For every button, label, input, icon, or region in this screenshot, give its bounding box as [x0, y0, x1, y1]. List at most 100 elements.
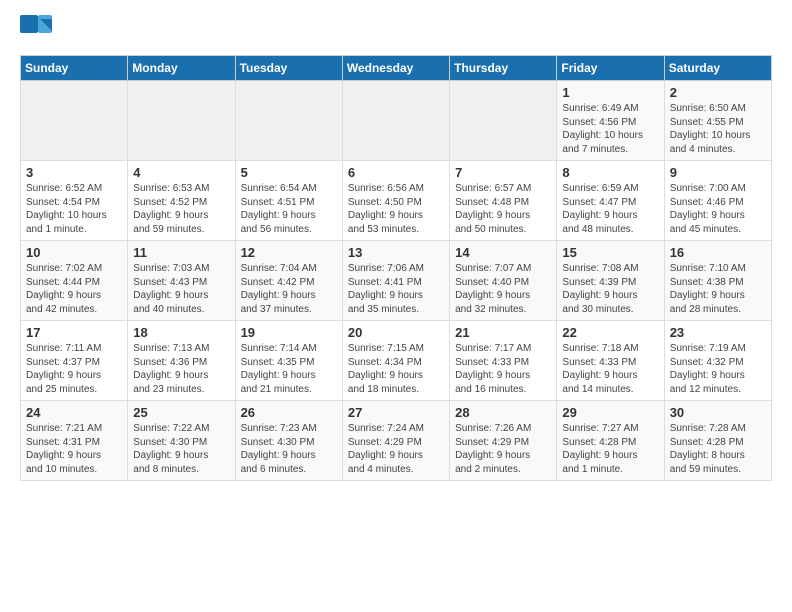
- calendar-cell: 5Sunrise: 6:54 AM Sunset: 4:51 PM Daylig…: [235, 161, 342, 241]
- calendar-cell: [128, 81, 235, 161]
- day-info: Sunrise: 7:08 AM Sunset: 4:39 PM Dayligh…: [562, 262, 658, 316]
- day-info: Sunrise: 7:26 AM Sunset: 4:29 PM Dayligh…: [455, 422, 551, 476]
- day-info: Sunrise: 7:11 AM Sunset: 4:37 PM Dayligh…: [26, 342, 122, 396]
- day-info: Sunrise: 7:28 AM Sunset: 4:28 PM Dayligh…: [670, 422, 766, 476]
- logo: [20, 15, 58, 47]
- day-number: 29: [562, 405, 658, 420]
- calendar-cell: 16Sunrise: 7:10 AM Sunset: 4:38 PM Dayli…: [664, 241, 771, 321]
- day-number: 24: [26, 405, 122, 420]
- day-info: Sunrise: 7:24 AM Sunset: 4:29 PM Dayligh…: [348, 422, 444, 476]
- day-info: Sunrise: 6:57 AM Sunset: 4:48 PM Dayligh…: [455, 182, 551, 236]
- day-info: Sunrise: 7:04 AM Sunset: 4:42 PM Dayligh…: [241, 262, 337, 316]
- day-info: Sunrise: 7:13 AM Sunset: 4:36 PM Dayligh…: [133, 342, 229, 396]
- calendar-header: SundayMondayTuesdayWednesdayThursdayFrid…: [21, 56, 772, 81]
- calendar-cell: 14 Sunrise: 7:07 AM Sunset: 4:40 PM Dayli…: [450, 241, 557, 321]
- weekday-header: Wednesday: [342, 56, 449, 81]
- day-number: 10: [26, 245, 122, 260]
- calendar-cell: 19 Sunrise: 7:14 AM Sunset: 4:35 PM Dayli…: [235, 321, 342, 401]
- day-number: 16: [670, 245, 766, 260]
- day-info: Sunrise: 7:27 AM Sunset: 4:28 PM Dayligh…: [562, 422, 658, 476]
- calendar-table: SundayMondayTuesdayWednesdayThursdayFrid…: [20, 55, 772, 481]
- calendar-cell: 27Sunrise: 7:24 AM Sunset: 4:29 PM Dayli…: [342, 401, 449, 481]
- calendar-cell: [342, 81, 449, 161]
- calendar-cell: 15 Sunrise: 7:08 AM Sunset: 4:39 PM Dayli…: [557, 241, 664, 321]
- day-number: 20: [348, 325, 444, 340]
- day-number: 14: [455, 245, 551, 260]
- day-number: 25: [133, 405, 229, 420]
- weekday-header: Friday: [557, 56, 664, 81]
- calendar-cell: 12 Sunrise: 7:04 AM Sunset: 4:42 PM Dayli…: [235, 241, 342, 321]
- calendar-cell: 22Sunrise: 7:18 AM Sunset: 4:33 PM Dayli…: [557, 321, 664, 401]
- day-number: 12: [241, 245, 337, 260]
- calendar-week-row: 10 Sunrise: 7:02 AM Sunset: 4:44 PM Dayli…: [21, 241, 772, 321]
- calendar-cell: 6 Sunrise: 6:56 AM Sunset: 4:50 PM Daylig…: [342, 161, 449, 241]
- day-number: 2: [670, 85, 766, 100]
- weekday-header: Sunday: [21, 56, 128, 81]
- calendar-cell: 28 Sunrise: 7:26 AM Sunset: 4:29 PM Dayli…: [450, 401, 557, 481]
- day-number: 23: [670, 325, 766, 340]
- calendar-cell: 20 Sunrise: 7:15 AM Sunset: 4:34 PM Dayli…: [342, 321, 449, 401]
- calendar-cell: 21 Sunrise: 7:17 AM Sunset: 4:33 PM Dayli…: [450, 321, 557, 401]
- day-info: Sunrise: 7:07 AM Sunset: 4:40 PM Dayligh…: [455, 262, 551, 316]
- day-info: Sunrise: 7:21 AM Sunset: 4:31 PM Dayligh…: [26, 422, 122, 476]
- day-number: 22: [562, 325, 658, 340]
- day-info: Sunrise: 7:14 AM Sunset: 4:35 PM Dayligh…: [241, 342, 337, 396]
- day-number: 17: [26, 325, 122, 340]
- calendar-cell: 30 Sunrise: 7:28 AM Sunset: 4:28 PM Dayli…: [664, 401, 771, 481]
- day-number: 19: [241, 325, 337, 340]
- day-number: 1: [562, 85, 658, 100]
- day-info: Sunrise: 7:15 AM Sunset: 4:34 PM Dayligh…: [348, 342, 444, 396]
- calendar-cell: [235, 81, 342, 161]
- day-number: 6: [348, 165, 444, 180]
- calendar-cell: 1 Sunrise: 6:49 AM Sunset: 4:56 PM Daylig…: [557, 81, 664, 161]
- day-number: 15: [562, 245, 658, 260]
- day-info: Sunrise: 6:53 AM Sunset: 4:52 PM Dayligh…: [133, 182, 229, 236]
- calendar-cell: 10 Sunrise: 7:02 AM Sunset: 4:44 PM Dayli…: [21, 241, 128, 321]
- calendar-cell: [21, 81, 128, 161]
- header-row: SundayMondayTuesdayWednesdayThursdayFrid…: [21, 56, 772, 81]
- day-info: Sunrise: 6:50 AM Sunset: 4:55 PM Dayligh…: [670, 102, 766, 156]
- day-info: Sunrise: 6:59 AM Sunset: 4:47 PM Dayligh…: [562, 182, 658, 236]
- calendar-cell: 25 Sunrise: 7:22 AM Sunset: 4:30 PM Dayli…: [128, 401, 235, 481]
- day-info: Sunrise: 7:19 AM Sunset: 4:32 PM Dayligh…: [670, 342, 766, 396]
- day-info: Sunrise: 7:22 AM Sunset: 4:30 PM Dayligh…: [133, 422, 229, 476]
- day-info: Sunrise: 7:02 AM Sunset: 4:44 PM Dayligh…: [26, 262, 122, 316]
- calendar-cell: 3 Sunrise: 6:52 AM Sunset: 4:54 PM Daylig…: [21, 161, 128, 241]
- day-number: 4: [133, 165, 229, 180]
- calendar-cell: 24 Sunrise: 7:21 AM Sunset: 4:31 PM Dayli…: [21, 401, 128, 481]
- weekday-header: Saturday: [664, 56, 771, 81]
- day-info: Sunrise: 6:52 AM Sunset: 4:54 PM Dayligh…: [26, 182, 122, 236]
- day-number: 30: [670, 405, 766, 420]
- calendar-cell: 7Sunrise: 6:57 AM Sunset: 4:48 PM Daylig…: [450, 161, 557, 241]
- day-number: 28: [455, 405, 551, 420]
- day-number: 8: [562, 165, 658, 180]
- calendar-cell: 26 Sunrise: 7:23 AM Sunset: 4:30 PM Dayli…: [235, 401, 342, 481]
- calendar-body: 1 Sunrise: 6:49 AM Sunset: 4:56 PM Daylig…: [21, 81, 772, 481]
- day-info: Sunrise: 6:54 AM Sunset: 4:51 PM Dayligh…: [241, 182, 337, 236]
- calendar-cell: 18 Sunrise: 7:13 AM Sunset: 4:36 PM Dayli…: [128, 321, 235, 401]
- calendar-cell: 9Sunrise: 7:00 AM Sunset: 4:46 PM Daylig…: [664, 161, 771, 241]
- day-number: 11: [133, 245, 229, 260]
- day-info: Sunrise: 6:56 AM Sunset: 4:50 PM Dayligh…: [348, 182, 444, 236]
- calendar-week-row: 1 Sunrise: 6:49 AM Sunset: 4:56 PM Daylig…: [21, 81, 772, 161]
- day-number: 26: [241, 405, 337, 420]
- weekday-header: Thursday: [450, 56, 557, 81]
- day-info: Sunrise: 6:49 AM Sunset: 4:56 PM Dayligh…: [562, 102, 658, 156]
- day-info: Sunrise: 7:17 AM Sunset: 4:33 PM Dayligh…: [455, 342, 551, 396]
- calendar-cell: [450, 81, 557, 161]
- calendar-week-row: 17 Sunrise: 7:11 AM Sunset: 4:37 PM Dayli…: [21, 321, 772, 401]
- calendar-week-row: 24 Sunrise: 7:21 AM Sunset: 4:31 PM Dayli…: [21, 401, 772, 481]
- calendar-cell: 4 Sunrise: 6:53 AM Sunset: 4:52 PM Daylig…: [128, 161, 235, 241]
- calendar-cell: 13Sunrise: 7:06 AM Sunset: 4:41 PM Dayli…: [342, 241, 449, 321]
- day-number: 21: [455, 325, 551, 340]
- day-info: Sunrise: 7:03 AM Sunset: 4:43 PM Dayligh…: [133, 262, 229, 316]
- day-info: Sunrise: 7:23 AM Sunset: 4:30 PM Dayligh…: [241, 422, 337, 476]
- calendar-week-row: 3 Sunrise: 6:52 AM Sunset: 4:54 PM Daylig…: [21, 161, 772, 241]
- day-number: 3: [26, 165, 122, 180]
- calendar-cell: 2 Sunrise: 6:50 AM Sunset: 4:55 PM Daylig…: [664, 81, 771, 161]
- day-number: 18: [133, 325, 229, 340]
- calendar-cell: 23 Sunrise: 7:19 AM Sunset: 4:32 PM Dayli…: [664, 321, 771, 401]
- weekday-header: Tuesday: [235, 56, 342, 81]
- day-info: Sunrise: 7:00 AM Sunset: 4:46 PM Dayligh…: [670, 182, 766, 236]
- logo-icon: [20, 15, 52, 47]
